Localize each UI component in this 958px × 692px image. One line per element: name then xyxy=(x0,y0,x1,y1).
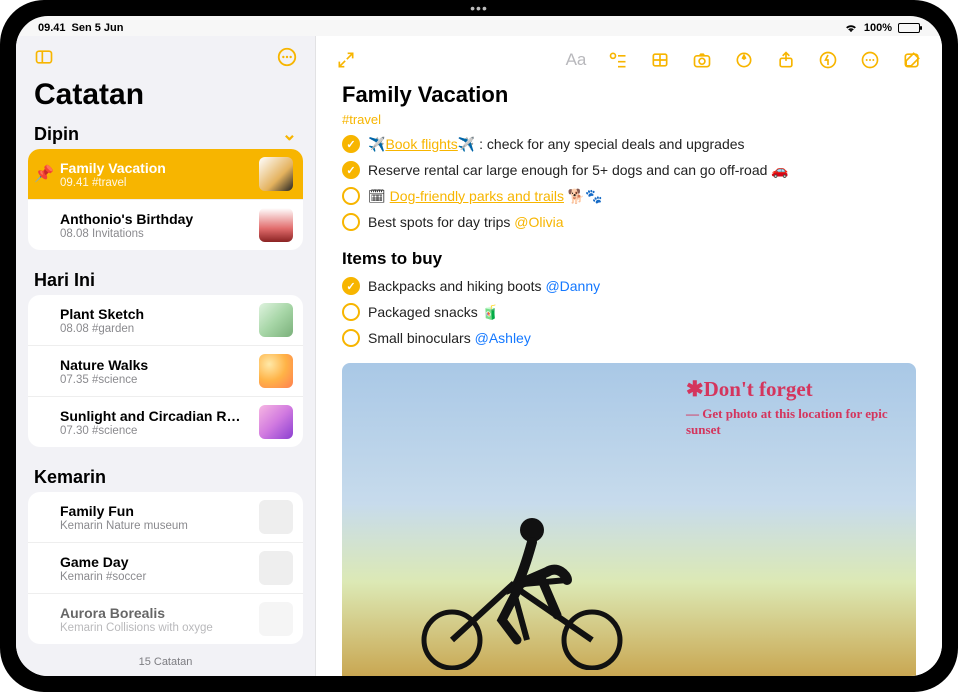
note-thumbnail xyxy=(259,500,293,534)
checkbox-icon[interactable] xyxy=(342,303,360,321)
camera-button[interactable] xyxy=(690,48,714,72)
note-thumbnail xyxy=(259,208,293,242)
note-item-sunlight[interactable]: Sunlight and Circadian Rhy… 07.30 #scien… xyxy=(28,397,303,447)
mention[interactable]: @Ashley xyxy=(475,330,531,346)
battery-icon xyxy=(898,23,920,33)
subheading[interactable]: Items to buy xyxy=(342,249,916,269)
link[interactable]: Dog-friendly parks and trails xyxy=(390,188,564,204)
toolbar: Aa xyxy=(316,36,942,78)
checklist-button[interactable] xyxy=(606,48,630,72)
check-item[interactable]: Backpacks and hiking boots @Danny xyxy=(342,277,916,295)
lock-button[interactable] xyxy=(816,48,840,72)
handwritten-annotation: ✱Don't forget — Get photo at this locati… xyxy=(686,377,896,439)
sidebar: Catatan Dipin ⌄ 📌 Family Vacation 09.41 … xyxy=(16,36,316,676)
check-item[interactable]: ✈️Book flights✈️ : check for any special… xyxy=(342,135,916,153)
note-main: Aa Family Vacation #travel ✈️Book fl xyxy=(316,36,942,676)
sidebar-toggle-button[interactable] xyxy=(30,43,58,71)
check-item[interactable]: Packaged snacks 🧃 xyxy=(342,303,916,321)
section-header-kemarin[interactable]: Kemarin xyxy=(16,461,315,492)
note-attachment-photo[interactable]: ✱Don't forget — Get photo at this locati… xyxy=(342,363,916,676)
mention[interactable]: @Olivia xyxy=(514,214,563,230)
note-title[interactable]: Family Vacation xyxy=(342,82,916,108)
chevron-down-icon: ⌄ xyxy=(282,124,297,145)
more-actions-button[interactable] xyxy=(858,48,882,72)
note-item-nature-walks[interactable]: Nature Walks 07.35 #science xyxy=(28,346,303,397)
note-thumbnail xyxy=(259,551,293,585)
checkbox-icon[interactable] xyxy=(342,277,360,295)
check-item[interactable]: Best spots for day trips @Olivia xyxy=(342,213,916,231)
status-date: Sen 5 Jun xyxy=(72,22,124,34)
note-thumbnail xyxy=(259,354,293,388)
note-tag[interactable]: #travel xyxy=(342,112,916,127)
expand-button[interactable] xyxy=(334,48,358,72)
note-item-family-fun[interactable]: Family Fun Kemarin Nature museum xyxy=(28,492,303,543)
section-header-hari-ini[interactable]: Hari Ini xyxy=(16,264,315,295)
section-header-dipin[interactable]: Dipin ⌄ xyxy=(16,118,315,149)
note-item-game-day[interactable]: Game Day Kemarin #soccer xyxy=(28,543,303,594)
checkbox-icon[interactable] xyxy=(342,329,360,347)
note-thumbnail xyxy=(259,602,293,636)
note-item-aurora[interactable]: Aurora Borealis Kemarin Collisions with … xyxy=(28,594,303,644)
markup-button[interactable] xyxy=(732,48,756,72)
checkbox-icon[interactable] xyxy=(342,161,360,179)
share-button[interactable] xyxy=(774,48,798,72)
check-item[interactable]: Reserve rental car large enough for 5+ d… xyxy=(342,161,916,179)
compose-button[interactable] xyxy=(900,48,924,72)
table-button[interactable] xyxy=(648,48,672,72)
mention[interactable]: @Danny xyxy=(545,278,600,294)
sidebar-footer: 15 Catatan xyxy=(16,648,315,676)
status-time: 09.41 xyxy=(38,22,66,34)
note-thumbnail xyxy=(259,405,293,439)
pin-icon: 📌 xyxy=(38,164,50,184)
checkbox-icon[interactable] xyxy=(342,213,360,231)
checkbox-icon[interactable] xyxy=(342,135,360,153)
note-thumbnail xyxy=(259,157,293,191)
wifi-icon xyxy=(844,23,858,33)
text-style-button[interactable]: Aa xyxy=(564,48,588,72)
cyclist-silhouette-icon xyxy=(392,490,652,670)
check-item[interactable]: Small binoculars @Ashley xyxy=(342,329,916,347)
link[interactable]: Book flights xyxy=(385,136,457,152)
note-item-family-vacation[interactable]: 📌 Family Vacation 09.41 #travel xyxy=(28,149,303,200)
battery-percent: 100% xyxy=(864,22,892,34)
checkbox-icon[interactable] xyxy=(342,187,360,205)
note-item-anthonios-birthday[interactable]: Anthonio's Birthday 08.08 Invitations xyxy=(28,200,303,250)
more-button[interactable] xyxy=(273,43,301,71)
sidebar-title: Catatan xyxy=(16,72,315,118)
note-item-plant-sketch[interactable]: Plant Sketch 08.08 #garden xyxy=(28,295,303,346)
note-thumbnail xyxy=(259,303,293,337)
check-item[interactable]: 🗓 Dog-friendly parks and trails 🐕🐾 xyxy=(342,187,916,205)
status-bar: 09.41 Sen 5 Jun 100% xyxy=(16,16,942,36)
